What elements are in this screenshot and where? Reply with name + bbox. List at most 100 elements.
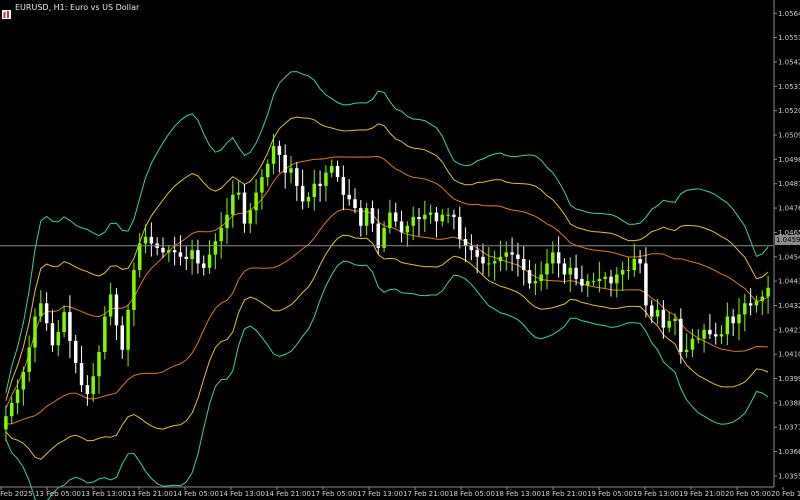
candle-body xyxy=(487,263,491,265)
price-tick-label: 1.04870 xyxy=(778,180,800,188)
candle-body xyxy=(469,245,474,251)
candle xyxy=(85,375,90,406)
candlestick-series xyxy=(4,133,770,442)
candle xyxy=(428,204,433,224)
candle-body xyxy=(655,309,660,317)
candle-body xyxy=(702,329,706,339)
candle xyxy=(399,210,404,243)
candle-body xyxy=(318,183,322,186)
candle xyxy=(79,345,84,393)
candle xyxy=(620,261,625,291)
candle-body xyxy=(632,258,637,271)
candle xyxy=(44,292,49,331)
candle xyxy=(370,200,375,232)
candle xyxy=(469,234,474,261)
time-tick-label: 14 Feb 13:00 xyxy=(219,490,265,498)
candle-body xyxy=(562,263,567,275)
candle xyxy=(114,287,119,341)
candle-body xyxy=(737,314,741,324)
candle xyxy=(242,183,247,233)
candle-body xyxy=(149,236,154,244)
candle-body xyxy=(492,261,497,264)
candle-body xyxy=(411,216,415,226)
candle xyxy=(213,233,218,270)
candle xyxy=(300,169,305,210)
candle xyxy=(609,269,613,297)
candle-body xyxy=(725,316,730,335)
candle-body xyxy=(661,309,666,328)
candle xyxy=(516,242,520,277)
candle-body xyxy=(370,208,375,224)
candle-body xyxy=(21,371,26,390)
candle xyxy=(510,237,514,272)
candle-body xyxy=(463,239,468,246)
time-tick-label: 20 Feb 13:00 xyxy=(771,490,800,498)
candle xyxy=(254,179,258,225)
price-tick-label: 1.05640 xyxy=(778,10,800,18)
candle-body xyxy=(748,303,753,306)
price-chart[interactable]: 1.05640 1.05530 1.05420 1.05310 1.05200 1.050… xyxy=(0,0,800,500)
candle-body xyxy=(219,228,223,242)
candle xyxy=(91,362,95,403)
candle xyxy=(481,243,485,275)
outer-lower-band xyxy=(5,260,769,500)
candle-body xyxy=(108,294,113,317)
candle xyxy=(190,239,194,275)
candle xyxy=(585,274,590,297)
chart-title-bar: EURUSD, H1: Euro vs US Dollar xyxy=(2,2,140,19)
candle xyxy=(708,314,712,340)
candle xyxy=(498,240,503,272)
candle-body xyxy=(359,208,363,226)
time-axis[interactable]: 12 Feb 202513 Feb 05:0013 Feb 13:0013 Fe… xyxy=(0,486,800,498)
candle-body xyxy=(324,172,328,186)
candle-body xyxy=(300,185,305,202)
candle-body xyxy=(196,250,200,264)
time-tick-label: 12 Feb 2025 xyxy=(0,490,33,498)
candle xyxy=(359,199,363,237)
candle-body xyxy=(510,252,514,255)
candle-body xyxy=(399,221,404,233)
candle-body xyxy=(167,250,171,253)
candle xyxy=(329,159,334,178)
candle xyxy=(393,202,398,228)
candle-body xyxy=(242,192,247,224)
candle xyxy=(364,202,369,235)
candle-body xyxy=(708,329,712,335)
candle xyxy=(527,259,532,289)
candle xyxy=(679,308,683,364)
candle xyxy=(719,325,724,344)
candle-body xyxy=(481,256,485,264)
time-tick-label: 19 Feb 05:00 xyxy=(587,490,633,498)
candle xyxy=(487,246,491,277)
candle-body xyxy=(428,212,433,215)
inner-lower-band xyxy=(5,208,769,425)
time-tick-label: 20 Feb 05:00 xyxy=(725,490,771,498)
candle-body xyxy=(341,177,346,195)
candle-body xyxy=(213,241,218,255)
chart-menu-icon[interactable] xyxy=(2,4,11,19)
candle-body xyxy=(277,146,282,155)
candle-body xyxy=(68,312,72,341)
candle-body xyxy=(120,325,125,350)
candle xyxy=(283,144,287,189)
candle-body xyxy=(388,212,392,229)
candle xyxy=(312,169,317,211)
candle-body xyxy=(79,363,84,386)
candle-body xyxy=(679,318,683,352)
candle xyxy=(126,304,130,367)
candle xyxy=(295,162,299,201)
candle-body xyxy=(754,301,759,306)
candle-body xyxy=(393,212,398,222)
price-tick-label: 1.03880 xyxy=(778,399,800,407)
candle-body xyxy=(760,296,765,302)
candle-body xyxy=(457,216,462,240)
candle-body xyxy=(248,210,253,224)
candle xyxy=(580,265,584,293)
chart-symbol-title: EURUSD, H1: Euro vs US Dollar xyxy=(15,3,140,12)
candle xyxy=(754,295,759,313)
candle-body xyxy=(382,228,386,248)
candle-body xyxy=(15,389,20,403)
candle-body xyxy=(603,276,607,279)
candle xyxy=(452,209,456,230)
candle xyxy=(155,237,159,256)
